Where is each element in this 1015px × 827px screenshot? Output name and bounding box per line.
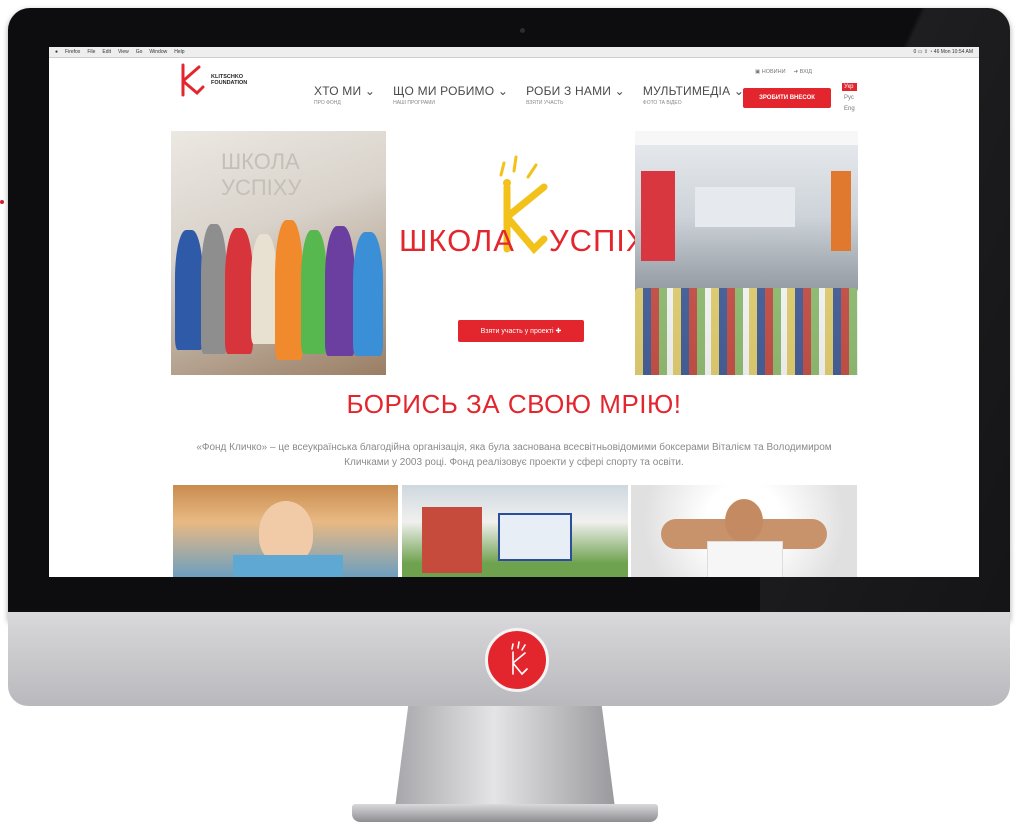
main-nav: ХТО МИ ⌄ про фонд ЩО МИ РОБИМО ⌄ наші пр… (314, 84, 762, 106)
lang-rus[interactable]: Рус (842, 94, 857, 102)
nav-sub-programs: наші програми (393, 100, 435, 106)
calendar-icon: ▣ (755, 69, 761, 75)
nav-title-about: ХТО МИ (314, 84, 362, 98)
ceiling (635, 131, 858, 145)
park-event-photo (402, 485, 628, 577)
monitor-chin (8, 612, 1010, 706)
nav-item-about[interactable]: ХТО МИ ⌄ про фонд (314, 84, 375, 106)
monitor-stand (395, 706, 615, 808)
join-project-button[interactable]: Взяти участь у проекті ✚ (458, 320, 584, 342)
auditorium-event-photo (635, 131, 858, 375)
chevron-down-icon: ⌄ (614, 84, 625, 98)
school-of-success-logo: ШКОЛА УСПІХУ (394, 153, 667, 293)
nav-item-multimedia[interactable]: МУЛЬТИМЕДІА ⌄ фото та відео (643, 84, 744, 106)
nav-title-join: РОБИ З НАМИ (526, 84, 612, 98)
login-link-label: ВХІД (799, 69, 813, 75)
apple-menu-icon[interactable]: ● (55, 49, 58, 55)
nav-sub-join: взяти участь (526, 100, 564, 106)
red-banner-left (641, 171, 675, 261)
nav-item-programs[interactable]: ЩО МИ РОБИМО ⌄ наші програми (393, 84, 508, 106)
top-links: ▣ НОВИНИ ➜ ВХІД (755, 69, 812, 75)
school-of-success-wordmark: ШКОЛА УСПІХУ (399, 223, 668, 259)
site-header: KLITSCHKO FOUNDATION ХТО МИ ⌄ про фонд Щ… (49, 58, 979, 136)
klitschko-k-logo-badge (485, 628, 549, 692)
login-icon: ➜ (793, 69, 799, 75)
menu-edit[interactable]: Edit (102, 49, 111, 55)
blue-shirt (233, 555, 343, 577)
audience (635, 258, 858, 375)
menu-file[interactable]: File (87, 49, 95, 55)
news-link-label: НОВИНИ (761, 69, 786, 75)
menu-view[interactable]: View (118, 49, 129, 55)
stage-screen (695, 187, 795, 227)
lang-eng[interactable]: Eng (842, 105, 857, 113)
menu-help[interactable]: Help (174, 49, 184, 55)
menu-go[interactable]: Go (136, 49, 143, 55)
lang-ukr[interactable]: Укр (842, 83, 857, 91)
menubar-status: 0 ▭ ⇪ ◔ 46 Mon 10:54 AM (913, 49, 973, 55)
page-headline: БОРИСЬ ЗА СВОЮ МРІЮ! (346, 389, 682, 419)
wordmark-left: ШКОЛА (399, 223, 515, 258)
painted-cubes (422, 507, 482, 573)
klitschko-k-logo-icon (511, 641, 528, 676)
klitschko-k-logo-icon (181, 63, 205, 97)
nav-sub-about: про фонд (314, 100, 341, 106)
inflatable-board (498, 513, 572, 561)
menu-firefox[interactable]: Firefox (65, 49, 80, 55)
photo-wall-sign: ШКОЛА УСПІХУ (221, 149, 302, 200)
boxer-head (725, 499, 763, 543)
news-link[interactable]: ▣ НОВИНИ (755, 69, 786, 75)
donate-button[interactable]: ЗРОБИТИ ВНЕСОК (743, 88, 831, 108)
students-crowd (171, 219, 386, 375)
plus-icon: ✚ (555, 328, 562, 335)
intro-paragraph: «Фонд Кличко» – це всеукраїнська благоді… (196, 442, 832, 468)
smiling-woman (259, 501, 313, 563)
volunteer-photo (173, 485, 398, 577)
logo-line-2: FOUNDATION (211, 80, 248, 86)
nav-title-multimedia: МУЛЬТИМЕДІА (642, 84, 731, 98)
chevron-down-icon: ⌄ (497, 84, 509, 98)
orange-banner-right (831, 171, 851, 251)
join-project-label: Взяти участь у проекті (480, 327, 554, 335)
boxer-photo (631, 485, 857, 577)
nav-sub-multimedia: фото та відео (642, 100, 682, 106)
menu-window[interactable]: Window (149, 49, 167, 55)
login-link[interactable]: ➜ ВХІД (794, 69, 813, 75)
white-tank-top (707, 541, 783, 577)
os-menubar: ● Firefox File Edit View Go Window Help … (49, 47, 979, 58)
nav-title-programs: ЩО МИ РОБИМО (393, 84, 495, 98)
language-switcher: Укр Рус Eng (842, 83, 857, 113)
nav-item-join[interactable]: РОБИ З НАМИ ⌄ взяти участь (526, 84, 625, 106)
students-group-photo: ШКОЛА УСПІХУ (171, 131, 386, 375)
camera (520, 28, 525, 33)
chevron-down-icon: ⌄ (364, 84, 376, 98)
klitschko-foundation-logo[interactable]: KLITSCHKO FOUNDATION (177, 63, 247, 97)
browser-screen: ● Firefox File Edit View Go Window Help … (49, 47, 979, 577)
monitor-stand-base (352, 804, 658, 822)
